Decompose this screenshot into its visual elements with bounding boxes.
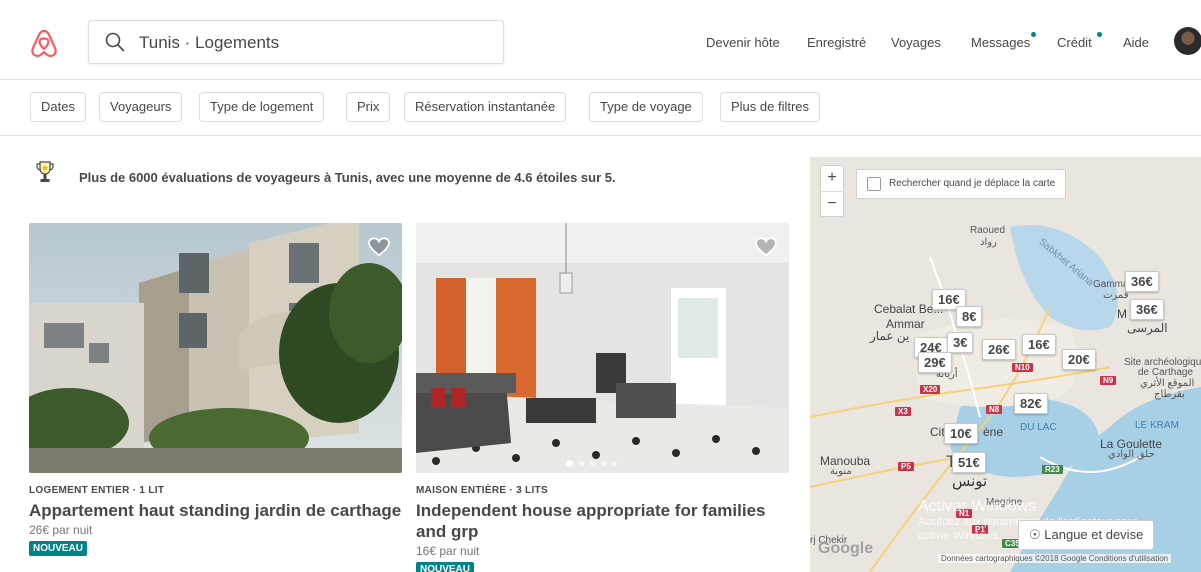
map-label: قمرت — [1103, 290, 1129, 301]
listing-photo-image — [416, 223, 789, 473]
listing-type: MAISON ENTIÈRE · 3 LITS — [416, 485, 548, 496]
road-marker: P5 — [898, 462, 914, 471]
map[interactable]: + − Rechercher quand je déplace la carte… — [810, 157, 1201, 572]
listing-photo[interactable] — [29, 223, 402, 473]
search-on-move-label: Rechercher quand je déplace la carte — [889, 178, 1056, 189]
nav-become-host[interactable]: Devenir hôte — [706, 35, 780, 50]
listing-card[interactable]: MAISON ENTIÈRE · 3 LITS Independent hous… — [416, 223, 789, 572]
search-value: Tunis · Logements — [139, 33, 280, 52]
map-price-pin[interactable]: 36€ — [1130, 299, 1164, 320]
road-marker: N9 — [1100, 376, 1117, 385]
filter-home-type-button[interactable]: Type de logement — [199, 92, 325, 122]
listing-type: LOGEMENT ENTIER · 1 LIT — [29, 485, 165, 496]
map-price-pin[interactable]: 82€ — [1014, 393, 1048, 414]
watermark-title: Activer Windows — [918, 498, 1037, 515]
nav-help[interactable]: Aide — [1123, 35, 1149, 50]
map-price-pin[interactable]: 16€ — [1022, 334, 1056, 355]
language-currency-button[interactable]: ☉ Langue et devise — [1018, 520, 1155, 550]
carousel-dot[interactable] — [601, 461, 606, 466]
filter-guests-button[interactable]: Voyageurs — [99, 92, 183, 122]
listing-photo-image — [29, 223, 402, 473]
map-label: M — [1117, 307, 1127, 321]
listing-title[interactable]: Appartement haut standing jardin de cart… — [29, 500, 402, 521]
new-badge: NOUVEAU — [416, 562, 475, 572]
road-marker: N8 — [986, 405, 1003, 414]
listing-title[interactable]: Independent house appropriate for famili… — [416, 500, 789, 542]
map-zoom-controls: + − — [820, 165, 844, 217]
new-badge: NOUVEAU — [29, 541, 88, 556]
search-on-move-toggle[interactable]: Rechercher quand je déplace la carte — [856, 169, 1067, 199]
filter-dates-button[interactable]: Dates — [30, 92, 86, 122]
avatar[interactable] — [1174, 27, 1201, 55]
filter-price-button[interactable]: Prix — [346, 92, 391, 122]
header: Tunis · Logements Devenir hôte Enregistr… — [0, 0, 1201, 80]
carousel-dot[interactable] — [612, 461, 617, 466]
nav-trips[interactable]: Voyages — [891, 35, 941, 50]
google-logo: Google — [818, 540, 874, 557]
map-label: تونس — [952, 473, 988, 490]
language-currency-label: Langue et devise — [1044, 527, 1144, 542]
listing-price: 26€ par nuit — [29, 523, 93, 537]
map-label: المرسى — [1127, 321, 1168, 335]
map-attribution[interactable]: Données cartographiques ©2018 Google Con… — [938, 554, 1172, 563]
map-label: الموقع الأثري — [1140, 378, 1195, 389]
search-icon — [105, 32, 125, 52]
map-label: حلق الوادي — [1108, 449, 1155, 460]
map-price-pin[interactable]: 10€ — [944, 423, 978, 444]
map-label: Cit — [930, 425, 945, 439]
road-marker: N10 — [1012, 363, 1033, 372]
carousel-dot[interactable] — [579, 461, 584, 466]
filter-more-button[interactable]: Plus de filtres — [720, 92, 821, 122]
reviews-banner: Plus de 6000 évaluations de voyageurs à … — [79, 170, 616, 185]
map-label: LE KRAM — [1135, 420, 1179, 431]
map-label: de Carthage — [1138, 367, 1194, 378]
search-input[interactable]: Tunis · Logements — [88, 20, 504, 64]
road-marker: X3 — [895, 407, 911, 416]
nav-saved[interactable]: Enregistré — [807, 35, 866, 50]
road-marker: R23 — [1042, 465, 1063, 474]
carousel-dot[interactable] — [566, 460, 573, 467]
filter-bar: Dates Voyageurs Type de logement Prix Ré… — [0, 80, 1201, 136]
globe-icon: ☉ — [1029, 527, 1041, 542]
map-price-pin[interactable]: 3€ — [947, 332, 974, 353]
map-price-pin[interactable]: 26€ — [982, 339, 1016, 360]
save-heart-icon[interactable] — [755, 237, 777, 257]
map-price-pin[interactable]: 20€ — [1062, 349, 1096, 370]
carousel-dot[interactable] — [590, 461, 595, 466]
nav-messages[interactable]: Messages — [971, 35, 1030, 50]
map-price-pin[interactable]: 51€ — [952, 452, 986, 473]
save-heart-icon[interactable] — [368, 237, 390, 257]
messages-notification-dot — [1031, 32, 1036, 37]
credit-notification-dot — [1097, 32, 1102, 37]
map-price-pin[interactable]: 29€ — [918, 352, 952, 373]
trophy-icon — [36, 161, 54, 182]
map-price-pin[interactable]: 36€ — [1125, 271, 1159, 292]
listing-photo[interactable] — [416, 223, 789, 473]
map-price-pin[interactable]: 8€ — [956, 306, 983, 327]
map-label: منوبة — [830, 466, 852, 477]
map-label: DU LAC — [1020, 422, 1057, 433]
map-label: رواد — [980, 237, 997, 248]
filter-trip-type-button[interactable]: Type de voyage — [589, 92, 703, 122]
map-label: ène — [983, 425, 1004, 439]
map-label: بقرطاج — [1154, 389, 1185, 400]
road-marker: X20 — [920, 385, 941, 394]
map-label: ين عمار — [870, 329, 910, 343]
listing-card[interactable]: LOGEMENT ENTIER · 1 LIT Appartement haut… — [29, 223, 402, 556]
filter-instant-book-button[interactable]: Réservation instantanée — [404, 92, 567, 122]
listing-price: 16€ par nuit — [416, 544, 480, 558]
photo-carousel-dots[interactable] — [566, 460, 617, 467]
zoom-out-button[interactable]: − — [821, 191, 843, 216]
airbnb-logo-icon[interactable] — [30, 28, 58, 58]
nav-credit[interactable]: Crédit — [1057, 35, 1092, 50]
zoom-in-button[interactable]: + — [821, 166, 843, 191]
search-on-move-checkbox[interactable] — [867, 177, 881, 191]
map-label: Raoued — [970, 225, 1006, 236]
